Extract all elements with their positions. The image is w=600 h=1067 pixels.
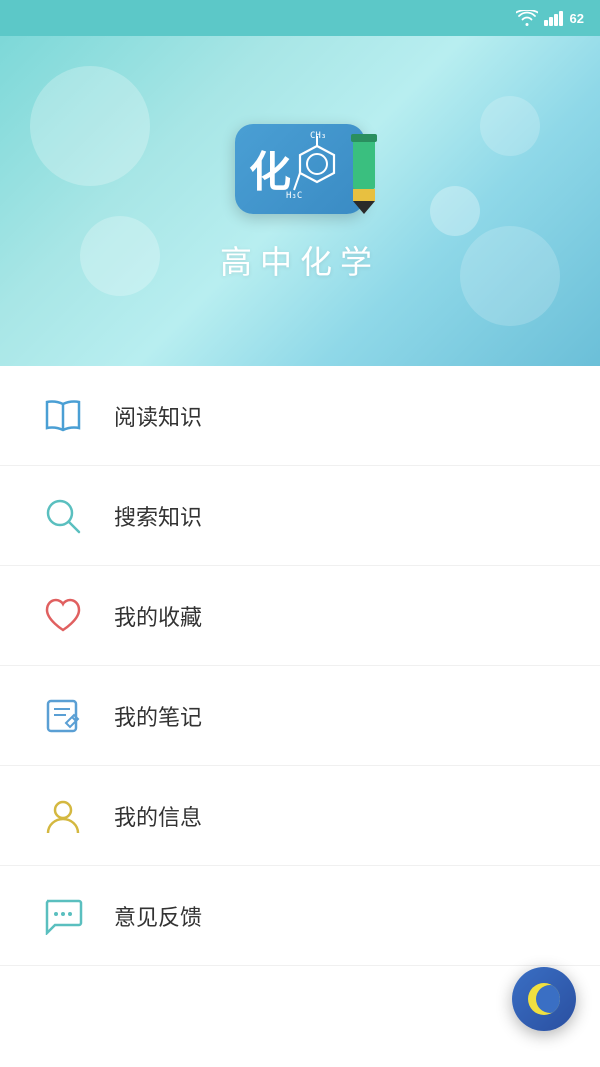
menu-item-profile[interactable]: 我的信息 [0,766,600,866]
status-icons: 62 [516,10,584,26]
wifi-icon [516,10,538,26]
app-title: 高中化学 [220,237,380,283]
decoration-blob-5 [430,186,480,236]
menu-label-read: 阅读知识 [114,400,202,432]
svg-text:H₃C: H₃C [286,191,302,201]
menu-item-read[interactable]: 阅读知识 [0,366,600,466]
search-icon [40,493,86,539]
signal-icon [544,10,564,26]
menu-label-profile: 我的信息 [114,800,202,832]
app-logo: 化 CH₃ H₃C [220,119,380,219]
decoration-blob-1 [30,66,150,186]
decoration-blob-4 [460,226,560,326]
menu-label-feedback: 意见反馈 [114,900,202,932]
svg-text:CH₃: CH₃ [310,131,326,141]
header-banner: 化 CH₃ H₃C [0,36,600,366]
fab-night-mode[interactable] [512,967,576,1031]
menu-item-feedback[interactable]: 意见反馈 [0,866,600,966]
edit-icon [40,693,86,739]
menu-item-search[interactable]: 搜索知识 [0,466,600,566]
menu-list: 阅读知识 搜索知识 我的收藏 [0,366,600,1046]
book-icon [40,393,86,439]
status-bar: 62 [0,0,600,36]
menu-item-favorite[interactable]: 我的收藏 [0,566,600,666]
decoration-blob-3 [480,96,540,156]
decoration-blob-2 [80,216,160,296]
menu-item-notes[interactable]: 我的笔记 [0,666,600,766]
pencil-graphic [345,134,383,214]
heart-icon [40,593,86,639]
moon-icon [528,983,560,1015]
menu-label-notes: 我的笔记 [114,700,202,732]
user-icon [40,793,86,839]
menu-label-favorite: 我的收藏 [114,600,202,632]
menu-label-search: 搜索知识 [114,500,202,532]
chem-box: 化 CH₃ H₃C [235,124,365,214]
chat-icon [40,893,86,939]
battery-level: 62 [570,11,584,26]
